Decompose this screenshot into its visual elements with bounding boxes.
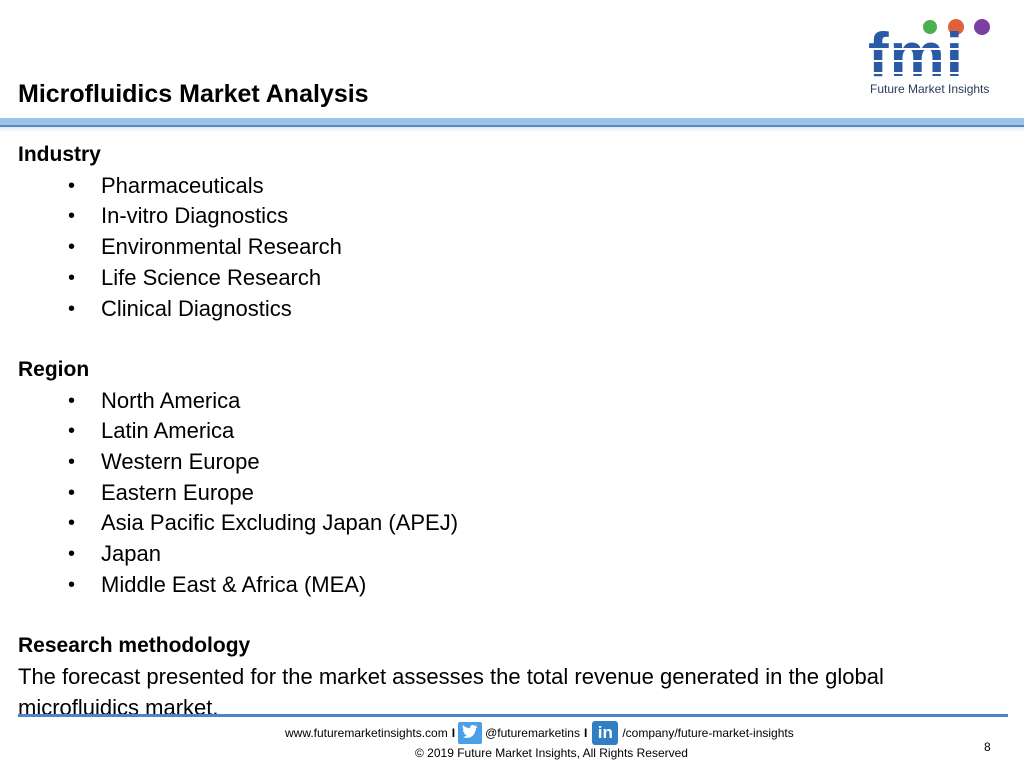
list-item: Life Science Research xyxy=(68,263,1008,294)
twitter-icon[interactable] xyxy=(458,722,483,744)
separator: I xyxy=(451,726,456,740)
list-item: Latin America xyxy=(68,416,1008,447)
list-item: Asia Pacific Excluding Japan (APEJ) xyxy=(68,508,1008,539)
list-item: Environmental Research xyxy=(68,232,1008,263)
header-divider xyxy=(0,118,1024,132)
list-item: Japan xyxy=(68,539,1008,570)
list-item: Pharmaceuticals xyxy=(68,171,1008,202)
list-item: Western Europe xyxy=(68,447,1008,478)
footer-divider xyxy=(18,714,1008,717)
twitter-handle-link[interactable]: @futuremarketins xyxy=(485,726,580,740)
logo-mark: fmi xyxy=(868,21,964,90)
slide-title: Microfluidics Market Analysis xyxy=(18,80,369,108)
list-item: Middle East & Africa (MEA) xyxy=(68,570,1008,601)
website-link[interactable]: www.futuremarketinsights.com xyxy=(285,726,448,740)
linkedin-link[interactable]: /company/future-market-insights xyxy=(622,726,793,740)
footer-links: www.futuremarketinsights.com I @futurema… xyxy=(285,721,794,745)
linkedin-icon[interactable]: in xyxy=(592,721,619,745)
list-item: In-vitro Diagnostics xyxy=(68,201,1008,232)
methodology-heading: Research methodology xyxy=(18,634,251,658)
separator: I xyxy=(583,726,588,740)
region-heading: Region xyxy=(18,357,90,381)
industry-list: Pharmaceuticals In-vitro Diagnostics Env… xyxy=(68,171,1008,325)
page-number: 8 xyxy=(984,740,991,754)
list-item: Clinical Diagnostics xyxy=(68,294,1008,325)
copyright-text: © 2019 Future Market Insights, All Right… xyxy=(415,746,688,760)
slide-body: Industry Pharmaceuticals In-vitro Diagno… xyxy=(18,140,1008,723)
fmi-logo: fmi Future Market Insights xyxy=(858,16,1008,100)
industry-heading: Industry xyxy=(18,143,101,166)
list-item: North America xyxy=(68,386,1008,417)
logo-tagline: Future Market Insights xyxy=(870,82,990,96)
list-item: Eastern Europe xyxy=(68,478,1008,509)
region-list: North America Latin America Western Euro… xyxy=(68,386,1008,601)
